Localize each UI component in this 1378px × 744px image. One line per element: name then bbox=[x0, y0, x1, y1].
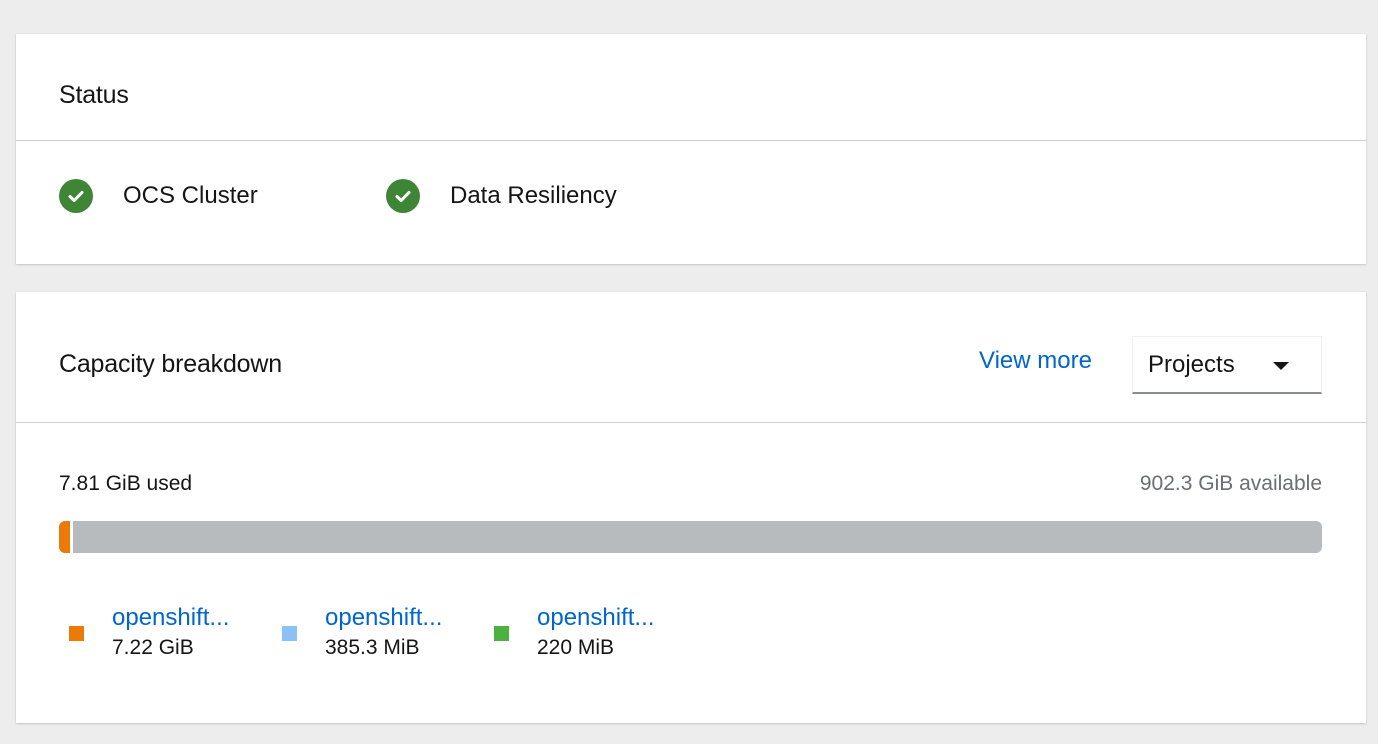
legend-swatch bbox=[494, 626, 509, 641]
status-item-ocs-cluster[interactable]: OCS Cluster bbox=[59, 179, 258, 213]
legend-swatch bbox=[69, 626, 84, 641]
available-capacity-label: 902.3 GiB available bbox=[1139, 472, 1322, 495]
status-card-header: Status bbox=[16, 34, 1366, 141]
legend-size: 220 MiB bbox=[537, 636, 615, 659]
legend-project-link[interactable]: openshift... bbox=[112, 604, 229, 632]
capacity-card-header: Capacity breakdown View more Projects bbox=[16, 292, 1366, 423]
status-card: Status OCS Cluster Data Resiliency bbox=[16, 34, 1366, 264]
legend-project-link[interactable]: openshift... bbox=[325, 604, 442, 632]
status-item-label: OCS Cluster bbox=[123, 182, 258, 209]
status-item-label: Data Resiliency bbox=[450, 182, 617, 209]
legend-swatch bbox=[282, 626, 297, 641]
capacity-breakdown-card: Capacity breakdown View more Projects 7.… bbox=[16, 292, 1366, 723]
dropdown-selected-label: Projects bbox=[1148, 350, 1235, 378]
caret-down-icon bbox=[1273, 362, 1289, 370]
status-item-data-resiliency[interactable]: Data Resiliency bbox=[386, 179, 617, 213]
status-card-title: Status bbox=[59, 81, 129, 109]
check-circle-icon bbox=[59, 179, 93, 213]
projects-dropdown[interactable]: Projects bbox=[1132, 336, 1322, 394]
check-circle-icon bbox=[386, 179, 420, 213]
capacity-card-title: Capacity breakdown bbox=[59, 350, 282, 378]
usage-bar-separator bbox=[70, 521, 73, 553]
capacity-usage-bar[interactable] bbox=[59, 521, 1322, 553]
view-more-link[interactable]: View more bbox=[979, 347, 1092, 375]
used-capacity-label: 7.81 GiB used bbox=[59, 472, 193, 495]
legend-size: 7.22 GiB bbox=[112, 636, 194, 659]
legend-size: 385.3 MiB bbox=[325, 636, 420, 659]
usage-bar-used-segment[interactable] bbox=[59, 521, 70, 553]
legend-project-link[interactable]: openshift... bbox=[537, 604, 654, 632]
